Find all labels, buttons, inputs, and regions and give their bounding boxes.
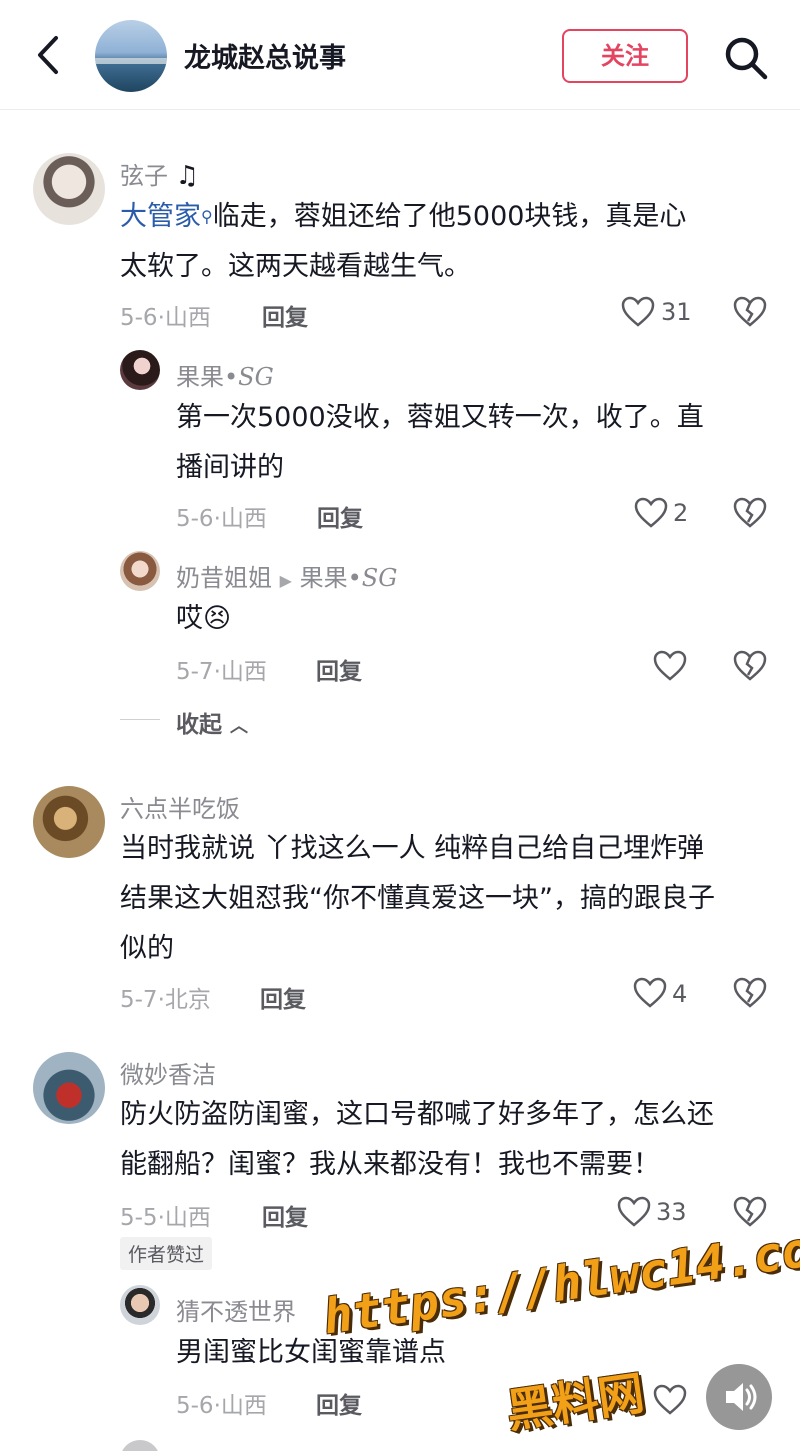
reply-button[interactable]: 回复 (260, 980, 306, 1014)
author-avatar[interactable] (95, 20, 167, 92)
reply-text: 第一次5000没收，蓉姐又转一次，收了。直 播间讲的 (176, 402, 704, 483)
replier-name[interactable]: 奶昔姐姐 ▶ 果果•SG (176, 558, 397, 593)
search-icon[interactable] (722, 34, 770, 82)
commenter-name[interactable]: 微妙香洁 (120, 1055, 216, 1090)
heart-icon[interactable] (653, 1384, 687, 1416)
broken-heart-icon[interactable] (733, 1196, 767, 1228)
back-arrow-icon[interactable] (28, 30, 68, 80)
comment-text: 防火防盗防闺蜜，这口号都喊了好多年了，怎么还 能翻船？闺蜜？我从来都没有！我也不… (120, 1099, 714, 1180)
commenter-name[interactable]: 六点半吃饭 (120, 789, 240, 824)
mention-search-icon: ⚲ (201, 207, 213, 226)
reply-text: 哎😣 (176, 603, 232, 634)
comment-text: 当时我就说 丫找这么一人 纯粹自己给自己埋炸弹 结果这大姐怼我“你不懂真爱这一块… (120, 833, 715, 964)
broken-heart-icon[interactable] (733, 497, 767, 529)
replier-name[interactable]: 猜不透世界 (176, 1292, 296, 1327)
broken-heart-icon[interactable] (733, 296, 767, 328)
reply-button[interactable]: 回复 (262, 1198, 308, 1232)
heart-icon[interactable] (653, 650, 687, 682)
like-count: 2 (673, 499, 689, 527)
watermark-url: https://hlwc14.com (320, 1217, 800, 1346)
music-note-icon: ♫ (175, 161, 199, 191)
sound-toggle-button[interactable] (706, 1364, 772, 1430)
persevering-face-emoji: 😣 (203, 603, 232, 634)
chevron-up-icon: ︿ (230, 716, 249, 737)
reply-button[interactable]: 回复 (316, 1386, 362, 1420)
author-liked-badge: 作者赞过 (120, 1237, 213, 1270)
replier-avatar[interactable] (120, 350, 160, 390)
comment-meta: 5-7·北京 (120, 987, 211, 1013)
follow-button[interactable]: 关注 (562, 29, 688, 83)
speaker-icon (726, 1383, 757, 1411)
commenter-name[interactable]: 弦子 ♫ (120, 156, 199, 191)
replier-avatar[interactable] (120, 551, 160, 591)
like-count: 33 (656, 1198, 687, 1226)
reply-meta: 5-6·山西 (176, 506, 267, 532)
comment-meta: 5-5·山西 (120, 1205, 211, 1231)
reply-button[interactable]: 回复 (262, 298, 308, 332)
heart-icon[interactable] (617, 1196, 651, 1228)
reply-meta: 5-7·山西 (176, 659, 267, 685)
commenter-avatar[interactable] (33, 1052, 105, 1124)
comment-meta: 5-6·山西 (120, 305, 211, 331)
comment-text: 大管家⚲临走，蓉姐还给了他5000块钱，真是心 太软了。这两天越看越生气。 (120, 201, 687, 282)
collapse-replies-button[interactable]: 收起 ︿ (176, 705, 248, 739)
heart-icon[interactable] (621, 296, 655, 328)
commenter-avatar[interactable] (33, 786, 105, 858)
reply-arrow-icon: ▶ (279, 571, 292, 590)
like-count: 4 (672, 980, 688, 1008)
author-name[interactable]: 龙城赵总说事 (184, 36, 346, 75)
top-bar: 龙城赵总说事 关注 (0, 0, 800, 110)
next-reply-partial (0, 1436, 800, 1451)
heart-icon[interactable] (634, 497, 668, 529)
broken-heart-icon[interactable] (733, 650, 767, 682)
replier-avatar[interactable] (120, 1285, 160, 1325)
collapse-divider (120, 719, 160, 720)
reply-meta: 5-6·山西 (176, 1393, 267, 1419)
reply-button[interactable]: 回复 (316, 652, 362, 686)
like-count: 31 (661, 298, 692, 326)
reply-button[interactable]: 回复 (317, 499, 363, 533)
commenter-avatar[interactable] (33, 153, 105, 225)
mention-link[interactable]: 大管家 (120, 201, 201, 232)
replier-name[interactable]: 果果•SG (176, 357, 274, 392)
heart-icon[interactable] (633, 977, 667, 1009)
broken-heart-icon[interactable] (733, 977, 767, 1009)
